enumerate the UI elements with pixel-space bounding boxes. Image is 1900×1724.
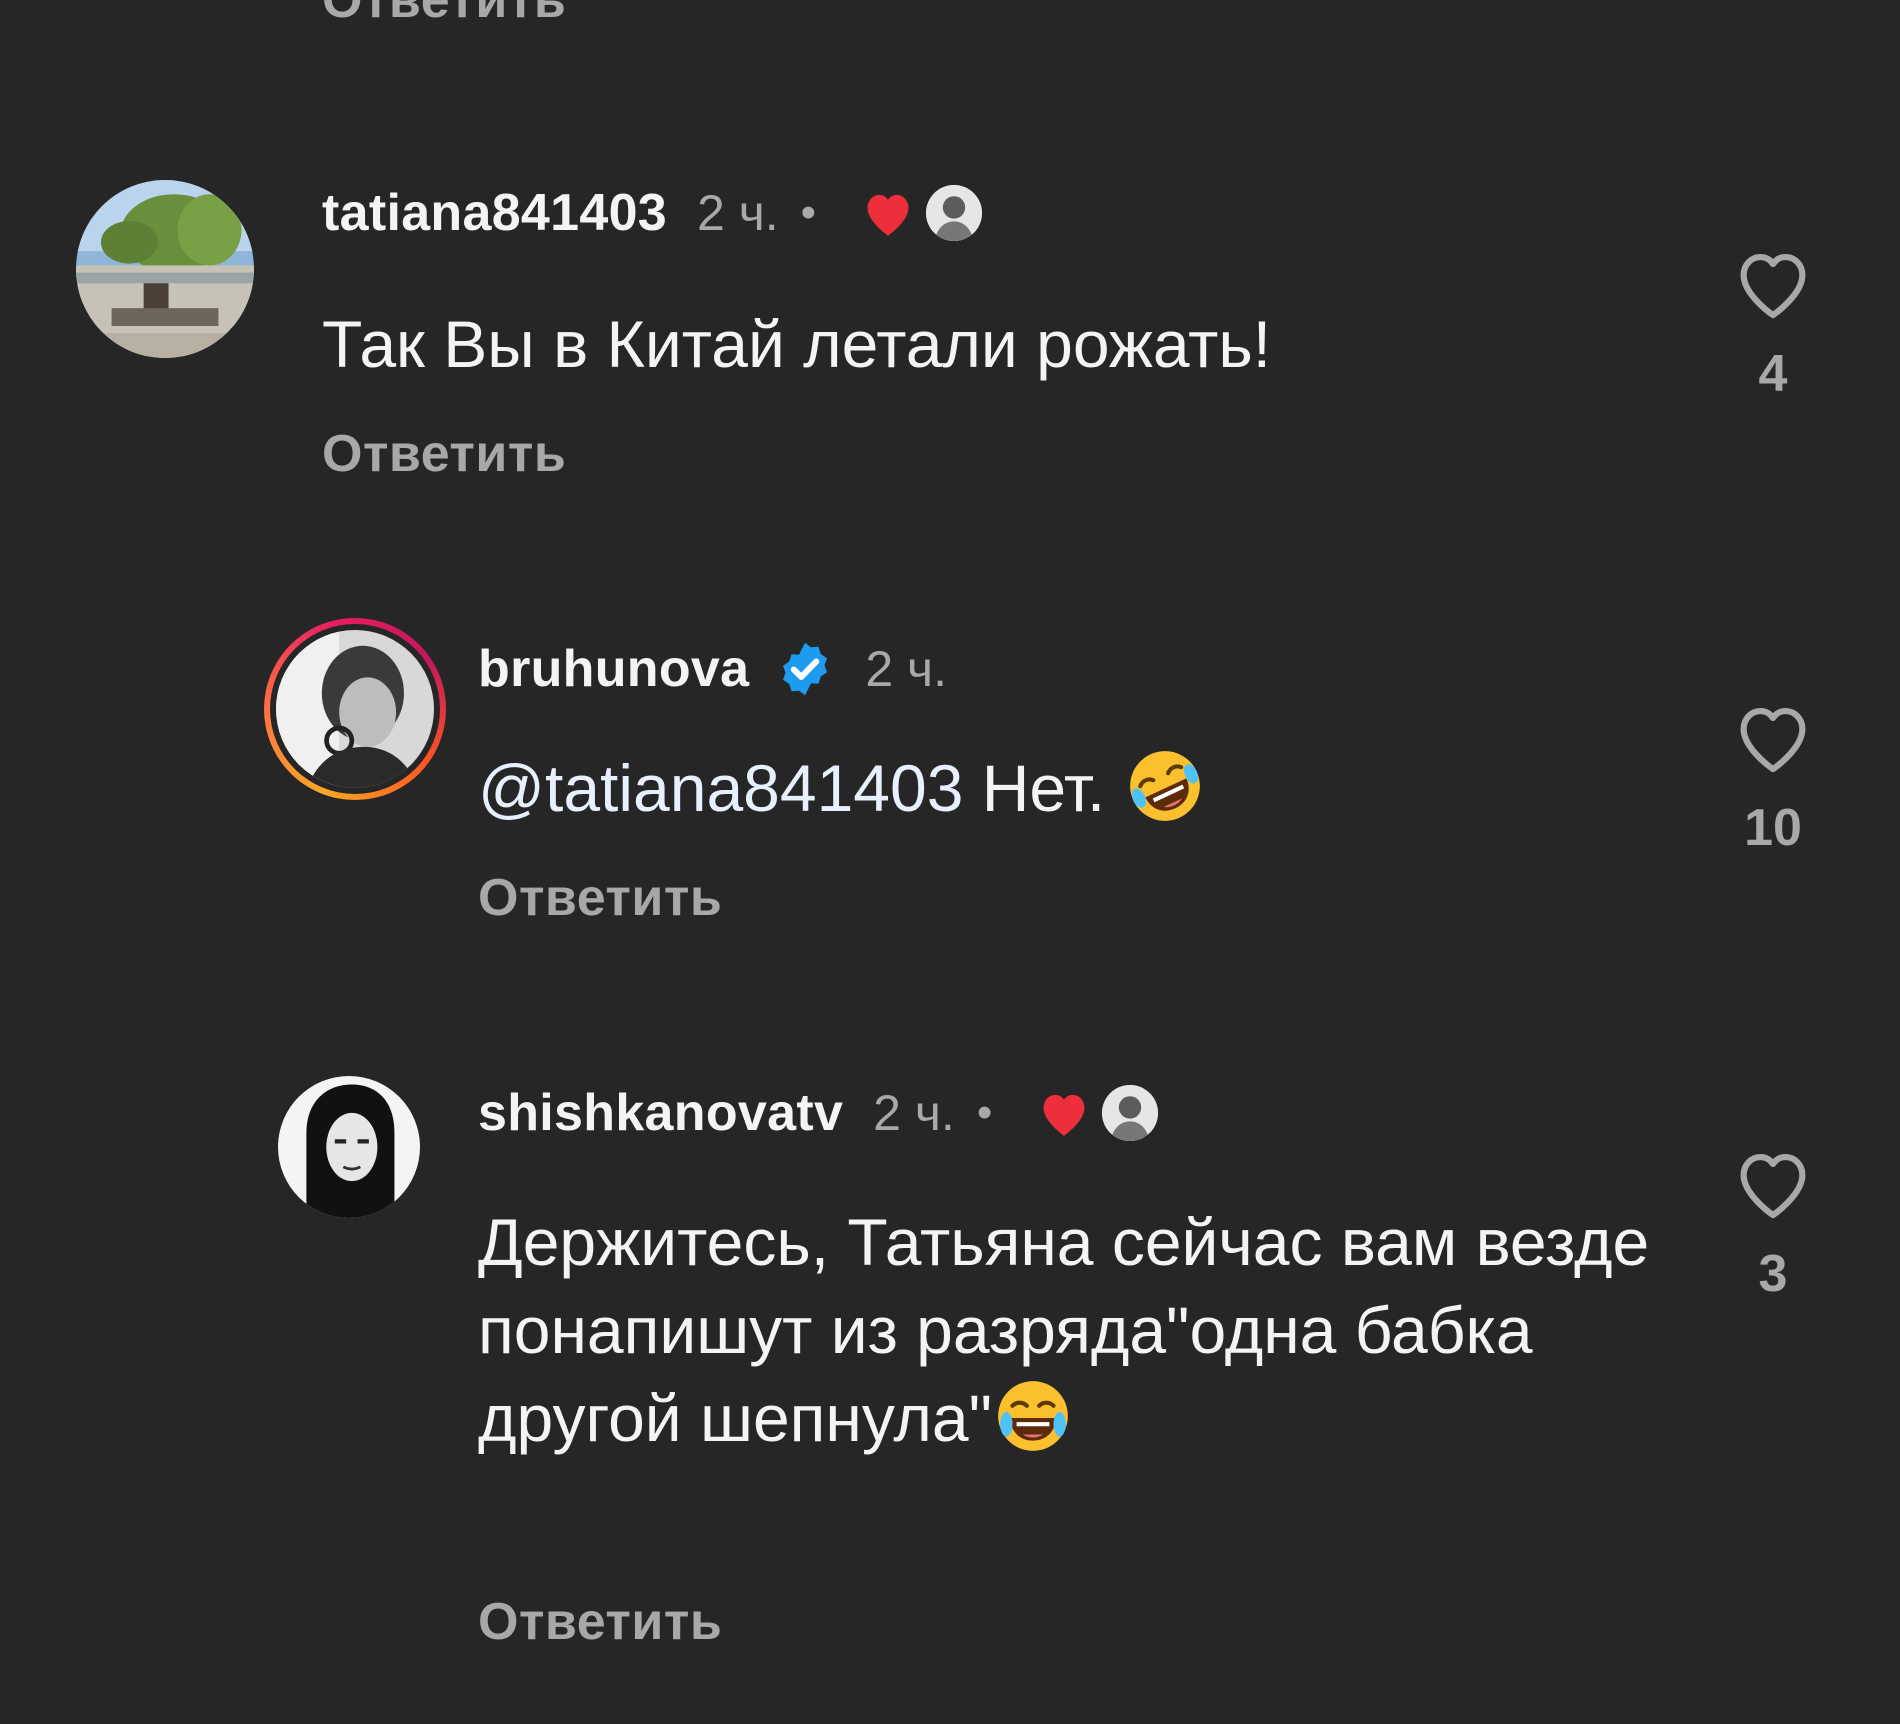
timestamp: 2 ч.: [873, 1085, 955, 1141]
avatar[interactable]: [278, 1076, 420, 1218]
author-avatar-icon: [926, 185, 983, 241]
username[interactable]: shishkanovatv: [478, 1083, 843, 1143]
avatar-story-ring[interactable]: [264, 618, 446, 800]
like-button[interactable]: 4: [1730, 246, 1816, 404]
comment-header: bruhunova 2 ч.: [478, 634, 947, 704]
landscape-photo-icon: [76, 180, 254, 358]
like-count: 10: [1744, 799, 1802, 857]
author-liked-heart-icon: [860, 188, 916, 238]
verified-badge-icon: [775, 639, 835, 699]
comment-text: @tatiana841403 Нет.: [478, 744, 1778, 832]
author-avatar-icon: [1102, 1085, 1159, 1141]
username[interactable]: bruhunova: [478, 639, 749, 699]
rolling-on-floor-laughing-emoji: [1124, 745, 1206, 827]
like-count: 3: [1758, 1245, 1788, 1303]
heart-outline-icon: [1740, 253, 1806, 319]
author-liked-heart-icon: [1036, 1088, 1092, 1138]
avatar: [276, 630, 434, 788]
timestamp: 2 ч.: [697, 185, 779, 241]
comment-text: Держитесь, Татьяна сейчас вам везде пона…: [478, 1198, 1678, 1462]
portrait-photo-icon: [276, 630, 434, 788]
reply-button[interactable]: Ответить: [322, 424, 566, 484]
mention-link[interactable]: @tatiana841403: [478, 751, 963, 825]
portrait-photo-icon: [278, 1076, 420, 1218]
username[interactable]: tatiana841403: [322, 183, 667, 243]
separator-dot: •: [800, 188, 817, 237]
reply-button-top[interactable]: Ответить: [322, 0, 566, 30]
comment-header: shishkanovatv 2 ч. •: [478, 1078, 1159, 1148]
comment-text-body: Нет.: [963, 751, 1106, 825]
separator-dot: •: [976, 1088, 993, 1137]
like-button[interactable]: 3: [1730, 1146, 1816, 1304]
heart-outline-icon: [1740, 707, 1806, 773]
heart-outline-icon: [1740, 1153, 1806, 1219]
timestamp: 2 ч.: [865, 641, 947, 697]
avatar[interactable]: [76, 180, 254, 358]
comment-text: Так Вы в Китай летали рожать!: [322, 307, 1272, 381]
tears-of-joy-emoji: [992, 1375, 1074, 1457]
like-button[interactable]: 10: [1730, 700, 1816, 858]
comment-header: tatiana841403 2 ч. •: [322, 178, 983, 248]
reply-button[interactable]: Ответить: [478, 868, 722, 928]
reply-button[interactable]: Ответить: [478, 1592, 722, 1652]
like-count: 4: [1758, 345, 1788, 403]
